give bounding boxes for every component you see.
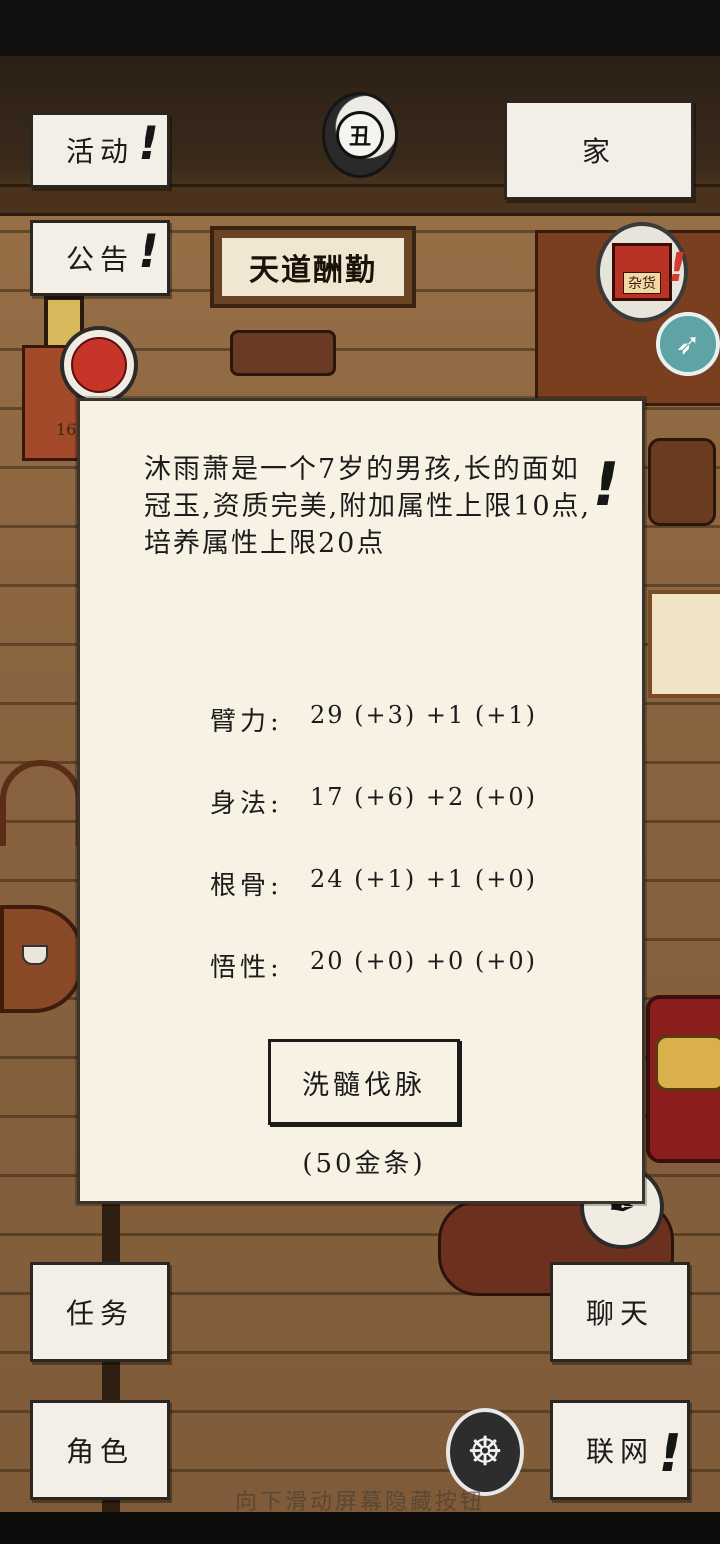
stat-row-strength: 臂力: 29 (+3) +1 (+1) [210, 701, 537, 738]
gold-count: 16 [56, 420, 77, 439]
desk-decoration [230, 330, 336, 376]
character-description: 沐雨萧是一个7岁的男孩,长的面如冠玉,资质完美,附加属性上限10点,培养属性上限… [144, 454, 592, 559]
home-label: 家 [581, 135, 616, 168]
stat-label: 臂力: [210, 707, 283, 737]
stat-value: 29 (+3) +1 (+1) [310, 701, 538, 729]
stat-value: 24 (+1) +1 (+0) [310, 865, 538, 893]
refine-button[interactable]: 洗髓伐脉 [268, 1039, 460, 1125]
shop-building-icon: 杂货 [612, 243, 672, 301]
shop-sign: 杂货 [623, 272, 661, 294]
time-icon[interactable]: 丑 [322, 92, 398, 178]
tasks-label: 任务 [65, 1297, 134, 1330]
stat-label: 根骨: [210, 871, 283, 901]
stat-value: 17 (+6) +2 (+0) [310, 783, 538, 811]
navigation-bar [0, 1512, 720, 1544]
home-button[interactable]: 家 [504, 100, 694, 200]
status-bar [0, 0, 720, 56]
plaque-text: 天道酬勤 [222, 238, 404, 296]
role-label: 角色 [65, 1435, 134, 1468]
rocket-icon[interactable]: ➶ [656, 312, 720, 376]
stat-row-constitution: 根骨: 24 (+1) +1 (+0) [210, 865, 537, 902]
time-label: 丑 [336, 111, 384, 159]
meditation-icon[interactable]: ☸ [446, 1408, 524, 1496]
bag-inner-icon [71, 337, 127, 393]
cup-decoration [22, 945, 48, 965]
stat-row-agility: 身法: 17 (+6) +2 (+0) [210, 783, 537, 820]
stat-label: 悟性: [210, 953, 283, 983]
stat-label: 身法: [210, 789, 283, 819]
refine-cost: (50金条) [302, 1149, 426, 1179]
chair-decoration [0, 760, 82, 846]
notice-label: 公告 [65, 243, 134, 276]
network-label: 联网 [585, 1435, 654, 1468]
chat-button[interactable]: 聊天 [550, 1262, 690, 1362]
bag-icon[interactable] [60, 326, 138, 404]
tasks-button[interactable]: 任务 [30, 1262, 170, 1362]
stat-row-comprehension: 悟性: 20 (+0) +0 (+0) [210, 947, 537, 984]
stat-value: 20 (+0) +0 (+0) [310, 947, 538, 975]
plaque: 天道酬勤 [210, 226, 416, 308]
pillow-decoration [655, 1035, 720, 1091]
chat-label: 聊天 [585, 1297, 654, 1330]
barrel-decoration [648, 438, 716, 526]
hide-buttons-hint: 向下滑动屏幕隐藏按钮 [234, 1490, 485, 1515]
folding-screen-decoration [648, 590, 720, 698]
character-dialog: 沐雨萧是一个7岁的男孩,长的面如冠玉,资质完美,附加属性上限10点,培养属性上限… [77, 398, 645, 1204]
activity-label: 活动 [65, 135, 134, 168]
